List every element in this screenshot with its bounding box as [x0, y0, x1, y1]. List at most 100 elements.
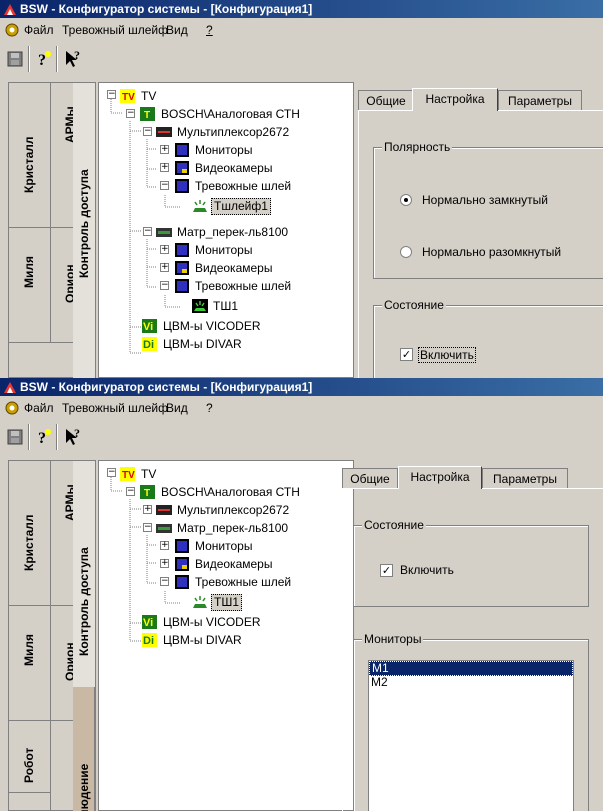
expand-toggle[interactable]: + — [160, 245, 169, 254]
expand-toggle[interactable]: + — [160, 541, 169, 550]
help-button[interactable]: ? — [32, 48, 54, 70]
collapse-toggle[interactable]: − — [107, 90, 116, 99]
save-icon — [7, 429, 23, 445]
zone-icon — [192, 299, 208, 313]
tab-robot[interactable]: Робот — [9, 721, 51, 793]
list-item[interactable]: M1 — [369, 661, 573, 676]
state-group-title: Состояние — [362, 518, 426, 532]
collapse-toggle[interactable]: − — [160, 577, 169, 586]
tab-settings[interactable]: Настройка — [412, 88, 498, 111]
menu-alarm-loop[interactable]: Тревожный шлейф — [62, 398, 168, 418]
enable-checkbox[interactable]: ✓ — [400, 348, 413, 361]
menu-file[interactable]: Файл — [24, 398, 54, 418]
collapse-toggle[interactable]: − — [107, 468, 116, 477]
device-icon — [156, 127, 172, 137]
collapse-toggle[interactable]: − — [160, 281, 169, 290]
client-area: Кристалл Миля Робот ии АРМы Орион Контро… — [8, 460, 603, 811]
context-help-button[interactable]: ? — [62, 426, 84, 448]
tab-surveillance[interactable]: людение — [73, 687, 95, 811]
svg-text:?: ? — [38, 430, 46, 447]
polarity-group: Полярность Нормально замкнутый Нормально… — [373, 140, 603, 279]
menu-help[interactable]: ? — [206, 398, 213, 418]
help-button[interactable]: ? — [32, 426, 54, 448]
tab-general[interactable]: Общие — [358, 90, 414, 110]
collapse-toggle[interactable]: − — [126, 109, 135, 118]
monitors-icon — [175, 243, 189, 257]
radio-normally-closed-label[interactable]: Нормально замкнутый — [422, 193, 548, 207]
enable-checkbox[interactable]: ✓ — [380, 564, 393, 577]
save-button[interactable] — [4, 48, 26, 70]
vicoder-icon: Vi — [142, 615, 157, 629]
device-tree[interactable]: − TV TV − T BOSCH\Аналоговая СТН − Мульт… — [98, 82, 354, 378]
tab-kristall[interactable]: Кристалл — [9, 461, 51, 606]
divar-icon: Di — [142, 337, 157, 351]
tab-parameters[interactable]: Параметры — [498, 90, 582, 110]
menu-help[interactable]: ? — [206, 20, 213, 40]
expand-toggle[interactable]: + — [160, 163, 169, 172]
tab-general[interactable]: Общие — [342, 468, 398, 488]
tab-page: Полярность Нормально замкнутый Нормально… — [358, 110, 603, 378]
expand-toggle[interactable]: + — [160, 145, 169, 154]
enable-checkbox-label[interactable]: Включить — [418, 347, 476, 363]
selected-node-label: Тшлейф1 — [211, 198, 271, 215]
radio-normally-open[interactable] — [400, 246, 412, 258]
tab-milya[interactable]: Миля — [9, 606, 51, 721]
gear-icon[interactable] — [4, 22, 20, 38]
tab-parameters[interactable]: Параметры — [482, 468, 568, 488]
svg-text:TV: TV — [122, 470, 135, 481]
expand-toggle[interactable]: + — [143, 505, 152, 514]
title-bar: BSW - Конфигуратор системы - [Конфигурац… — [0, 0, 603, 18]
tab-robot-label: Робот — [22, 747, 36, 783]
toolbar-separator — [56, 46, 58, 72]
tab-partial[interactable]: ии — [9, 793, 51, 811]
tab-kristall[interactable]: Кристалл — [9, 83, 51, 228]
menu-file[interactable]: Файл — [24, 20, 54, 40]
save-icon — [7, 51, 23, 67]
svg-text:?: ? — [74, 48, 80, 62]
properties-panel: Общие Настройка Параметры Состояние ✓ Вк… — [342, 460, 603, 811]
enable-checkbox-label[interactable]: Включить — [400, 563, 454, 577]
collapse-toggle[interactable]: − — [143, 523, 152, 532]
context-help-button[interactable]: ? — [62, 48, 84, 70]
svg-text:Vi: Vi — [143, 321, 153, 333]
monitors-listbox[interactable]: M1 M2 — [368, 660, 574, 811]
tab-milya[interactable]: Миля — [9, 228, 51, 343]
selected-node-label: ТШ1 — [211, 594, 243, 611]
tv-icon: TV — [120, 89, 135, 103]
tab-access-control[interactable]: Контроль доступа — [73, 83, 95, 378]
window-screen-1: BSW - Конфигуратор системы - [Конфигурац… — [0, 0, 603, 378]
tab-milya-label: Миля — [22, 634, 36, 666]
expand-toggle[interactable]: + — [160, 559, 169, 568]
svg-text:T: T — [144, 488, 150, 499]
tab-access-control[interactable]: Контроль доступа — [73, 461, 95, 687]
collapse-toggle[interactable]: − — [126, 487, 135, 496]
svg-text:Di: Di — [143, 339, 154, 351]
window-screen-2: BSW - Конфигуратор системы - [Конфигурац… — [0, 378, 603, 811]
tab-page: Состояние ✓ Включить Мониторы M1 M2 — [342, 488, 603, 811]
expand-toggle[interactable]: + — [160, 263, 169, 272]
device-icon — [156, 524, 172, 533]
tab-settings[interactable]: Настройка — [398, 466, 482, 489]
divar-icon: Di — [142, 633, 157, 647]
alarms-icon — [175, 575, 189, 589]
bosch-icon: T — [140, 485, 155, 499]
device-tree[interactable]: − TV TV − T BOSCH\Аналоговая СТН + Мульт… — [98, 460, 354, 811]
radio-normally-open-label[interactable]: Нормально разомкнутый — [422, 245, 561, 259]
collapse-toggle[interactable]: − — [160, 181, 169, 190]
menu-view[interactable]: Вид — [166, 398, 188, 418]
menu-alarm-loop[interactable]: Тревожный шлейф — [62, 20, 168, 40]
monitors-icon — [175, 539, 189, 553]
toolbar-separator — [28, 46, 30, 72]
gear-icon[interactable] — [4, 400, 20, 416]
menu-view[interactable]: Вид — [166, 20, 188, 40]
svg-text:T: T — [144, 110, 150, 121]
collapse-toggle[interactable]: − — [143, 127, 152, 136]
collapse-toggle[interactable]: − — [143, 227, 152, 236]
polarity-group-title: Полярность — [382, 140, 453, 154]
radio-normally-closed[interactable] — [400, 194, 412, 206]
list-item[interactable]: M2 — [369, 676, 573, 689]
toolbar: ? ? — [0, 420, 603, 454]
svg-text:?: ? — [74, 426, 80, 440]
zone-icon — [193, 596, 207, 608]
save-button[interactable] — [4, 426, 26, 448]
